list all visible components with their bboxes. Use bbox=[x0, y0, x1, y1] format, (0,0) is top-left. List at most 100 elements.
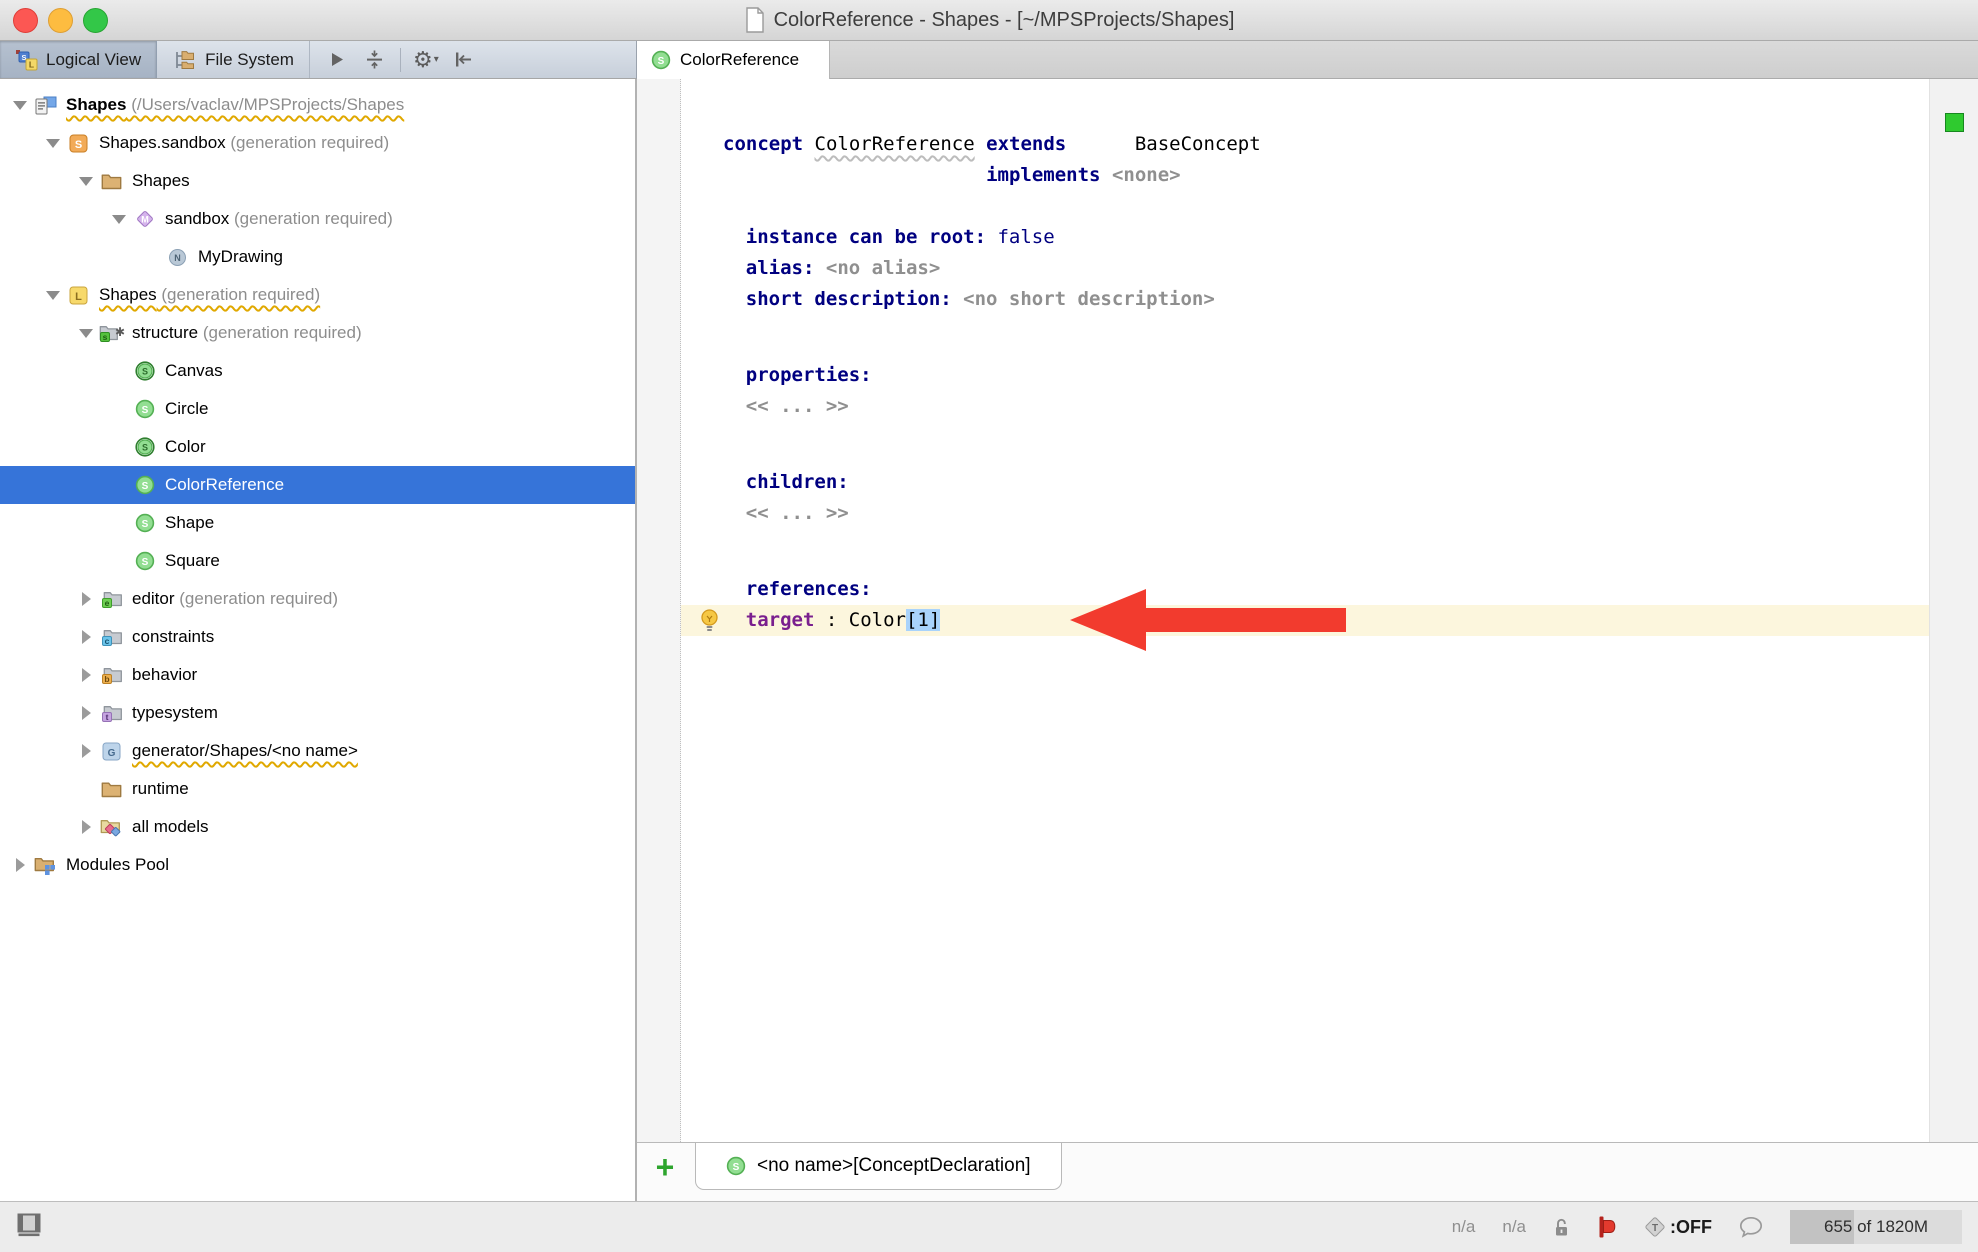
code-cell[interactable]: <none> bbox=[1112, 164, 1181, 186]
code-cell[interactable]: BaseConcept bbox=[1135, 133, 1261, 155]
code-cell[interactable] bbox=[1101, 164, 1112, 186]
code-line[interactable]: alias: <no alias> bbox=[681, 253, 1929, 284]
hector-icon[interactable] bbox=[1597, 1215, 1616, 1239]
caret-position[interactable]: n/a bbox=[1452, 1217, 1476, 1237]
chevron-right-icon[interactable] bbox=[74, 744, 98, 758]
tree-row-typesystem[interactable]: ttypesystem bbox=[0, 694, 635, 732]
code-line-blank bbox=[681, 191, 1929, 222]
tree-row-constraints[interactable]: cconstraints bbox=[0, 618, 635, 656]
node-tab-label: <no name>[ConceptDeclaration] bbox=[757, 1155, 1031, 1177]
status-bar: n/a n/a T:OFF 655 of 1820M bbox=[0, 1201, 1978, 1252]
chevron-right-icon[interactable] bbox=[74, 630, 98, 644]
tree-row-square[interactable]: SSquare bbox=[0, 542, 635, 580]
code-cell[interactable]: instance can be root: bbox=[746, 226, 998, 248]
code-line[interactable]: << ... >> bbox=[681, 498, 1929, 529]
code-cell[interactable]: <no short description> bbox=[963, 288, 1215, 310]
tree-row-color[interactable]: SColor bbox=[0, 428, 635, 466]
settings-gear-icon[interactable]: ⚙▾ bbox=[409, 45, 443, 75]
toolwindow-tab-logical-view[interactable]: SLLogical View bbox=[0, 41, 157, 78]
tree-row-mydrawing[interactable]: NMyDrawing bbox=[0, 238, 635, 276]
chevron-down-icon[interactable] bbox=[74, 329, 98, 338]
svg-text:L: L bbox=[75, 291, 82, 303]
node-tab-concept-declaration[interactable]: S <no name>[ConceptDeclaration] bbox=[695, 1143, 1062, 1190]
code-cell[interactable]: << ... >> bbox=[746, 395, 849, 417]
code-line[interactable]: references: bbox=[681, 574, 1929, 605]
code-line[interactable]: children: bbox=[681, 467, 1929, 498]
code-cell[interactable]: short description: bbox=[746, 288, 963, 310]
svg-text:S: S bbox=[141, 443, 147, 453]
chevron-right-icon[interactable] bbox=[74, 820, 98, 834]
code-cell[interactable]: : bbox=[826, 609, 849, 631]
tree-row-canvas[interactable]: SCanvas bbox=[0, 352, 635, 390]
tree-row-runtime[interactable]: runtime bbox=[0, 770, 635, 808]
code-cell[interactable]: [1] bbox=[906, 609, 940, 631]
add-aspect-button[interactable]: + bbox=[647, 1143, 683, 1191]
tree-row-behavior[interactable]: bbehavior bbox=[0, 656, 635, 694]
error-stripe[interactable] bbox=[1929, 79, 1978, 1142]
chevron-down-icon[interactable] bbox=[41, 139, 65, 148]
tree-row-sandbox[interactable]: Msandbox (generation required) bbox=[0, 200, 635, 238]
lock-open-icon[interactable] bbox=[1553, 1217, 1570, 1237]
toolwindow-tab-file-system[interactable]: File System bbox=[157, 41, 310, 78]
tree-row-structure[interactable]: s✱structure (generation required) bbox=[0, 314, 635, 352]
toggle-toolwindows-icon[interactable] bbox=[16, 1212, 44, 1238]
chevron-down-icon[interactable] bbox=[8, 101, 32, 110]
code-cell[interactable]: properties: bbox=[746, 364, 872, 386]
selection-info[interactable]: n/a bbox=[1502, 1217, 1526, 1237]
code-cell[interactable]: << ... >> bbox=[746, 502, 849, 524]
tree-label: Shapes bbox=[66, 95, 126, 114]
tree-row-generator-shapes-no-name[interactable]: Ggenerator/Shapes/<no name> bbox=[0, 732, 635, 770]
code-cell[interactable]: references: bbox=[746, 578, 872, 600]
code-line[interactable]: implements <none> bbox=[681, 160, 1929, 191]
code-cell[interactable]: extends bbox=[986, 133, 1066, 155]
code-cell[interactable]: false bbox=[997, 226, 1054, 248]
svg-text:S: S bbox=[141, 481, 148, 492]
code-area[interactable]: concept ColorReference extends BaseConce… bbox=[681, 79, 1929, 1142]
editor-body: concept ColorReference extends BaseConce… bbox=[637, 79, 1978, 1142]
code-line[interactable]: << ... >> bbox=[681, 391, 1929, 422]
chevron-down-icon[interactable] bbox=[41, 291, 65, 300]
code-line[interactable]: instance can be root: false bbox=[681, 222, 1929, 253]
code-cell[interactable]: Color bbox=[849, 609, 906, 631]
code-cell[interactable]: target bbox=[746, 609, 826, 631]
memory-indicator[interactable]: 655 of 1820M bbox=[1790, 1210, 1962, 1244]
chevron-right-icon[interactable] bbox=[74, 706, 98, 720]
run-icon[interactable] bbox=[320, 45, 354, 75]
code-line[interactable]: short description: <no short description… bbox=[681, 284, 1929, 315]
code-cell[interactable]: implements bbox=[986, 164, 1100, 186]
tree-row-text: behavior bbox=[132, 665, 197, 685]
hide-panel-icon[interactable] bbox=[447, 45, 481, 75]
typesystem-status[interactable]: T:OFF bbox=[1643, 1215, 1712, 1239]
chevron-right-icon[interactable] bbox=[74, 592, 98, 606]
chevron-down-icon[interactable] bbox=[74, 177, 98, 186]
code-cell[interactable] bbox=[1066, 133, 1135, 155]
code-cell[interactable]: alias: bbox=[746, 257, 826, 279]
tree-row-all-models[interactable]: all models bbox=[0, 808, 635, 846]
code-line[interactable]: target : Color[1] bbox=[681, 605, 1929, 636]
chevron-right-icon[interactable] bbox=[8, 858, 32, 872]
tree-row-shapes[interactable]: Shapes bbox=[0, 162, 635, 200]
collapse-all-icon[interactable] bbox=[358, 45, 392, 75]
tree-row-editor[interactable]: eeditor (generation required) bbox=[0, 580, 635, 618]
code-line[interactable]: properties: bbox=[681, 360, 1929, 391]
code-cell[interactable] bbox=[975, 133, 986, 155]
code-cell[interactable]: ColorReference bbox=[815, 133, 975, 155]
tree-row-circle[interactable]: SCircle bbox=[0, 390, 635, 428]
chevron-down-icon[interactable] bbox=[107, 215, 131, 224]
feedback-bubble-icon[interactable] bbox=[1739, 1216, 1763, 1238]
code-cell[interactable] bbox=[723, 164, 986, 186]
tree-row-shapes[interactable]: Shapes (/Users/vaclav/MPSProjects/Shapes bbox=[0, 86, 635, 124]
tree-row-shape[interactable]: SShape bbox=[0, 504, 635, 542]
chevron-right-icon[interactable] bbox=[74, 668, 98, 682]
tree-row-modules-pool[interactable]: Modules Pool bbox=[0, 846, 635, 884]
tree-row-colorreference[interactable]: SColorReference bbox=[0, 466, 635, 504]
code-cell[interactable]: <no alias> bbox=[826, 257, 940, 279]
tree-row-shapes-sandbox[interactable]: SShapes.sandbox (generation required) bbox=[0, 124, 635, 162]
code-cell[interactable]: concept bbox=[723, 133, 815, 155]
intention-bulb-icon[interactable] bbox=[699, 608, 720, 633]
code-line[interactable]: concept ColorReference extends BaseConce… bbox=[681, 129, 1929, 160]
editor-tab-colorreference[interactable]: S ColorReference bbox=[637, 41, 830, 79]
folder-c-icon: c bbox=[98, 628, 125, 646]
code-cell[interactable]: children: bbox=[746, 471, 849, 493]
tree-row-shapes[interactable]: LShapes (generation required) bbox=[0, 276, 635, 314]
